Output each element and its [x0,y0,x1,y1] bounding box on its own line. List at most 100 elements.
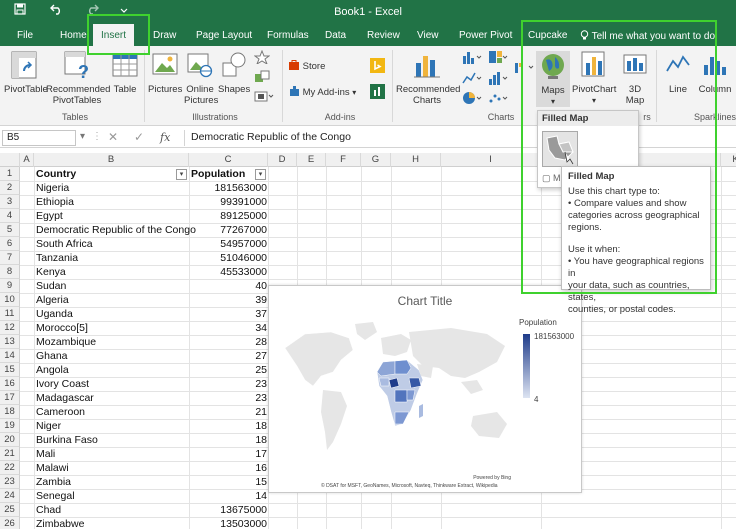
column-header-g[interactable]: G [361,153,391,167]
online-pictures-button[interactable]: Online Pictures [184,51,218,106]
insert-column-chart-button[interactable] [462,50,484,67]
more-maps-option[interactable]: ▢ M [542,173,561,184]
filled-map-option[interactable] [542,131,578,167]
cell-population[interactable]: 13675000 [190,503,267,517]
column-header-b[interactable]: B [34,153,189,167]
insert-waterfall-chart-button[interactable] [514,60,536,77]
cell-population[interactable]: 39 [190,293,267,307]
row-header[interactable]: 9 [0,279,20,293]
row-header[interactable]: 3 [0,195,20,209]
sparkline-column-button[interactable]: Column [696,51,734,95]
cell-country[interactable]: Angola [36,363,69,377]
cell-population[interactable]: 34 [190,321,267,335]
row-header-1[interactable]: 1 [0,167,20,181]
column-header-c[interactable]: C [189,153,268,167]
row-header[interactable]: 17 [0,391,20,405]
maps-button[interactable]: Maps ▾ [536,51,570,107]
enter-icon[interactable]: ✓ [134,130,144,144]
cell-country[interactable]: Madagascar [36,391,94,405]
cell-population[interactable]: 23 [190,391,267,405]
cell-population[interactable]: 40 [190,279,267,293]
tab-file[interactable]: File [17,30,33,41]
row-header[interactable]: 22 [0,461,20,475]
smartart-button[interactable] [254,70,270,87]
cell-country[interactable]: Zimbabwe [36,517,84,529]
cell-country[interactable]: Senegal [36,489,75,503]
tab-data[interactable]: Data [325,30,346,41]
cell-country[interactable]: Algeria [36,293,69,307]
row-header[interactable]: 5 [0,223,20,237]
icons-button[interactable] [253,49,271,67]
column-header-e[interactable]: E [297,153,326,167]
pivottable-button[interactable]: PivotTable [4,51,48,95]
cell-population[interactable]: 18 [190,433,267,447]
pivotchart-button[interactable]: PivotChart ▾ [572,51,616,106]
row-header[interactable]: 26 [0,517,20,529]
cell-country[interactable]: Malawi [36,461,69,475]
row-header[interactable]: 10 [0,293,20,307]
cell-population[interactable]: 14 [190,489,267,503]
column-header-d[interactable]: D [268,153,297,167]
cell-country[interactable]: Ethiopia [36,195,74,209]
screenshot-button[interactable] [254,90,274,105]
cell-country[interactable]: Democratic Republic of the Congo [36,223,196,237]
row-header[interactable]: 11 [0,307,20,321]
filter-country-button[interactable]: ▾ [176,169,187,180]
recommended-pivottables-button[interactable]: ? Recommended PivotTables [46,51,110,106]
column-header-a[interactable]: A [20,153,34,167]
cancel-icon[interactable]: ✕ [108,130,118,144]
people-graph-button[interactable] [370,84,385,102]
recommended-charts-button[interactable]: Recommended Charts [396,51,460,106]
cell-population[interactable]: 23 [190,377,267,391]
row-header[interactable]: 14 [0,349,20,363]
tab-review[interactable]: Review [367,30,400,41]
tab-draw[interactable]: Draw [153,30,176,41]
cell-country[interactable]: Morocco[5] [36,321,88,335]
cell-population[interactable]: 54957000 [190,237,267,251]
row-header[interactable]: 12 [0,321,20,335]
row-header[interactable]: 25 [0,503,20,517]
chart-title[interactable]: Chart Title [269,294,581,308]
row-header[interactable]: 23 [0,475,20,489]
table-button[interactable]: Table [110,51,140,95]
select-all-button[interactable] [0,153,20,167]
insert-line-chart-button[interactable] [462,71,484,88]
tab-cupcake[interactable]: Cupcake [528,30,567,41]
column-header-f[interactable]: F [326,153,361,167]
sparkline-line-button[interactable]: Line [662,51,694,95]
cell-population[interactable]: 18 [190,419,267,433]
namebox-dropdown-icon[interactable]: ▾ [80,131,85,142]
cell-population[interactable]: 25 [190,363,267,377]
column-header-k[interactable]: K [721,153,736,167]
tab-insert[interactable]: Insert [93,24,135,46]
row-header[interactable]: 13 [0,335,20,349]
column-header-h[interactable]: H [391,153,441,167]
store-button[interactable]: Store [288,59,325,72]
cell-country[interactable]: Sudan [36,279,66,293]
cell-country[interactable]: Nigeria [36,181,69,195]
cell-country[interactable]: Zambia [36,475,71,489]
cell-country[interactable]: Ivory Coast [36,377,89,391]
row-header[interactable]: 19 [0,419,20,433]
tab-formulas[interactable]: Formulas [267,30,309,41]
row-header[interactable]: 8 [0,265,20,279]
insert-scatter-chart-button[interactable] [488,91,510,108]
cell-country[interactable]: Mali [36,447,55,461]
row-header[interactable]: 24 [0,489,20,503]
cell-population[interactable]: 27 [190,349,267,363]
cell-country[interactable]: South Africa [36,237,93,251]
tab-view[interactable]: View [417,30,439,41]
cell-population[interactable]: 17 [190,447,267,461]
row-header[interactable]: 21 [0,447,20,461]
row-header[interactable]: 20 [0,433,20,447]
cell-country[interactable]: Chad [36,503,61,517]
row-header[interactable]: 15 [0,363,20,377]
row-header[interactable]: 18 [0,405,20,419]
cell-population[interactable]: 181563000 [190,181,267,195]
cell-population[interactable]: 99391000 [190,195,267,209]
cell-population[interactable]: 77267000 [190,223,267,237]
insert-pie-chart-button[interactable] [462,91,484,108]
cell-country[interactable]: Mozambique [36,335,96,349]
shapes-button[interactable]: Shapes [218,51,250,95]
cell-population[interactable]: 13503000 [190,517,267,529]
